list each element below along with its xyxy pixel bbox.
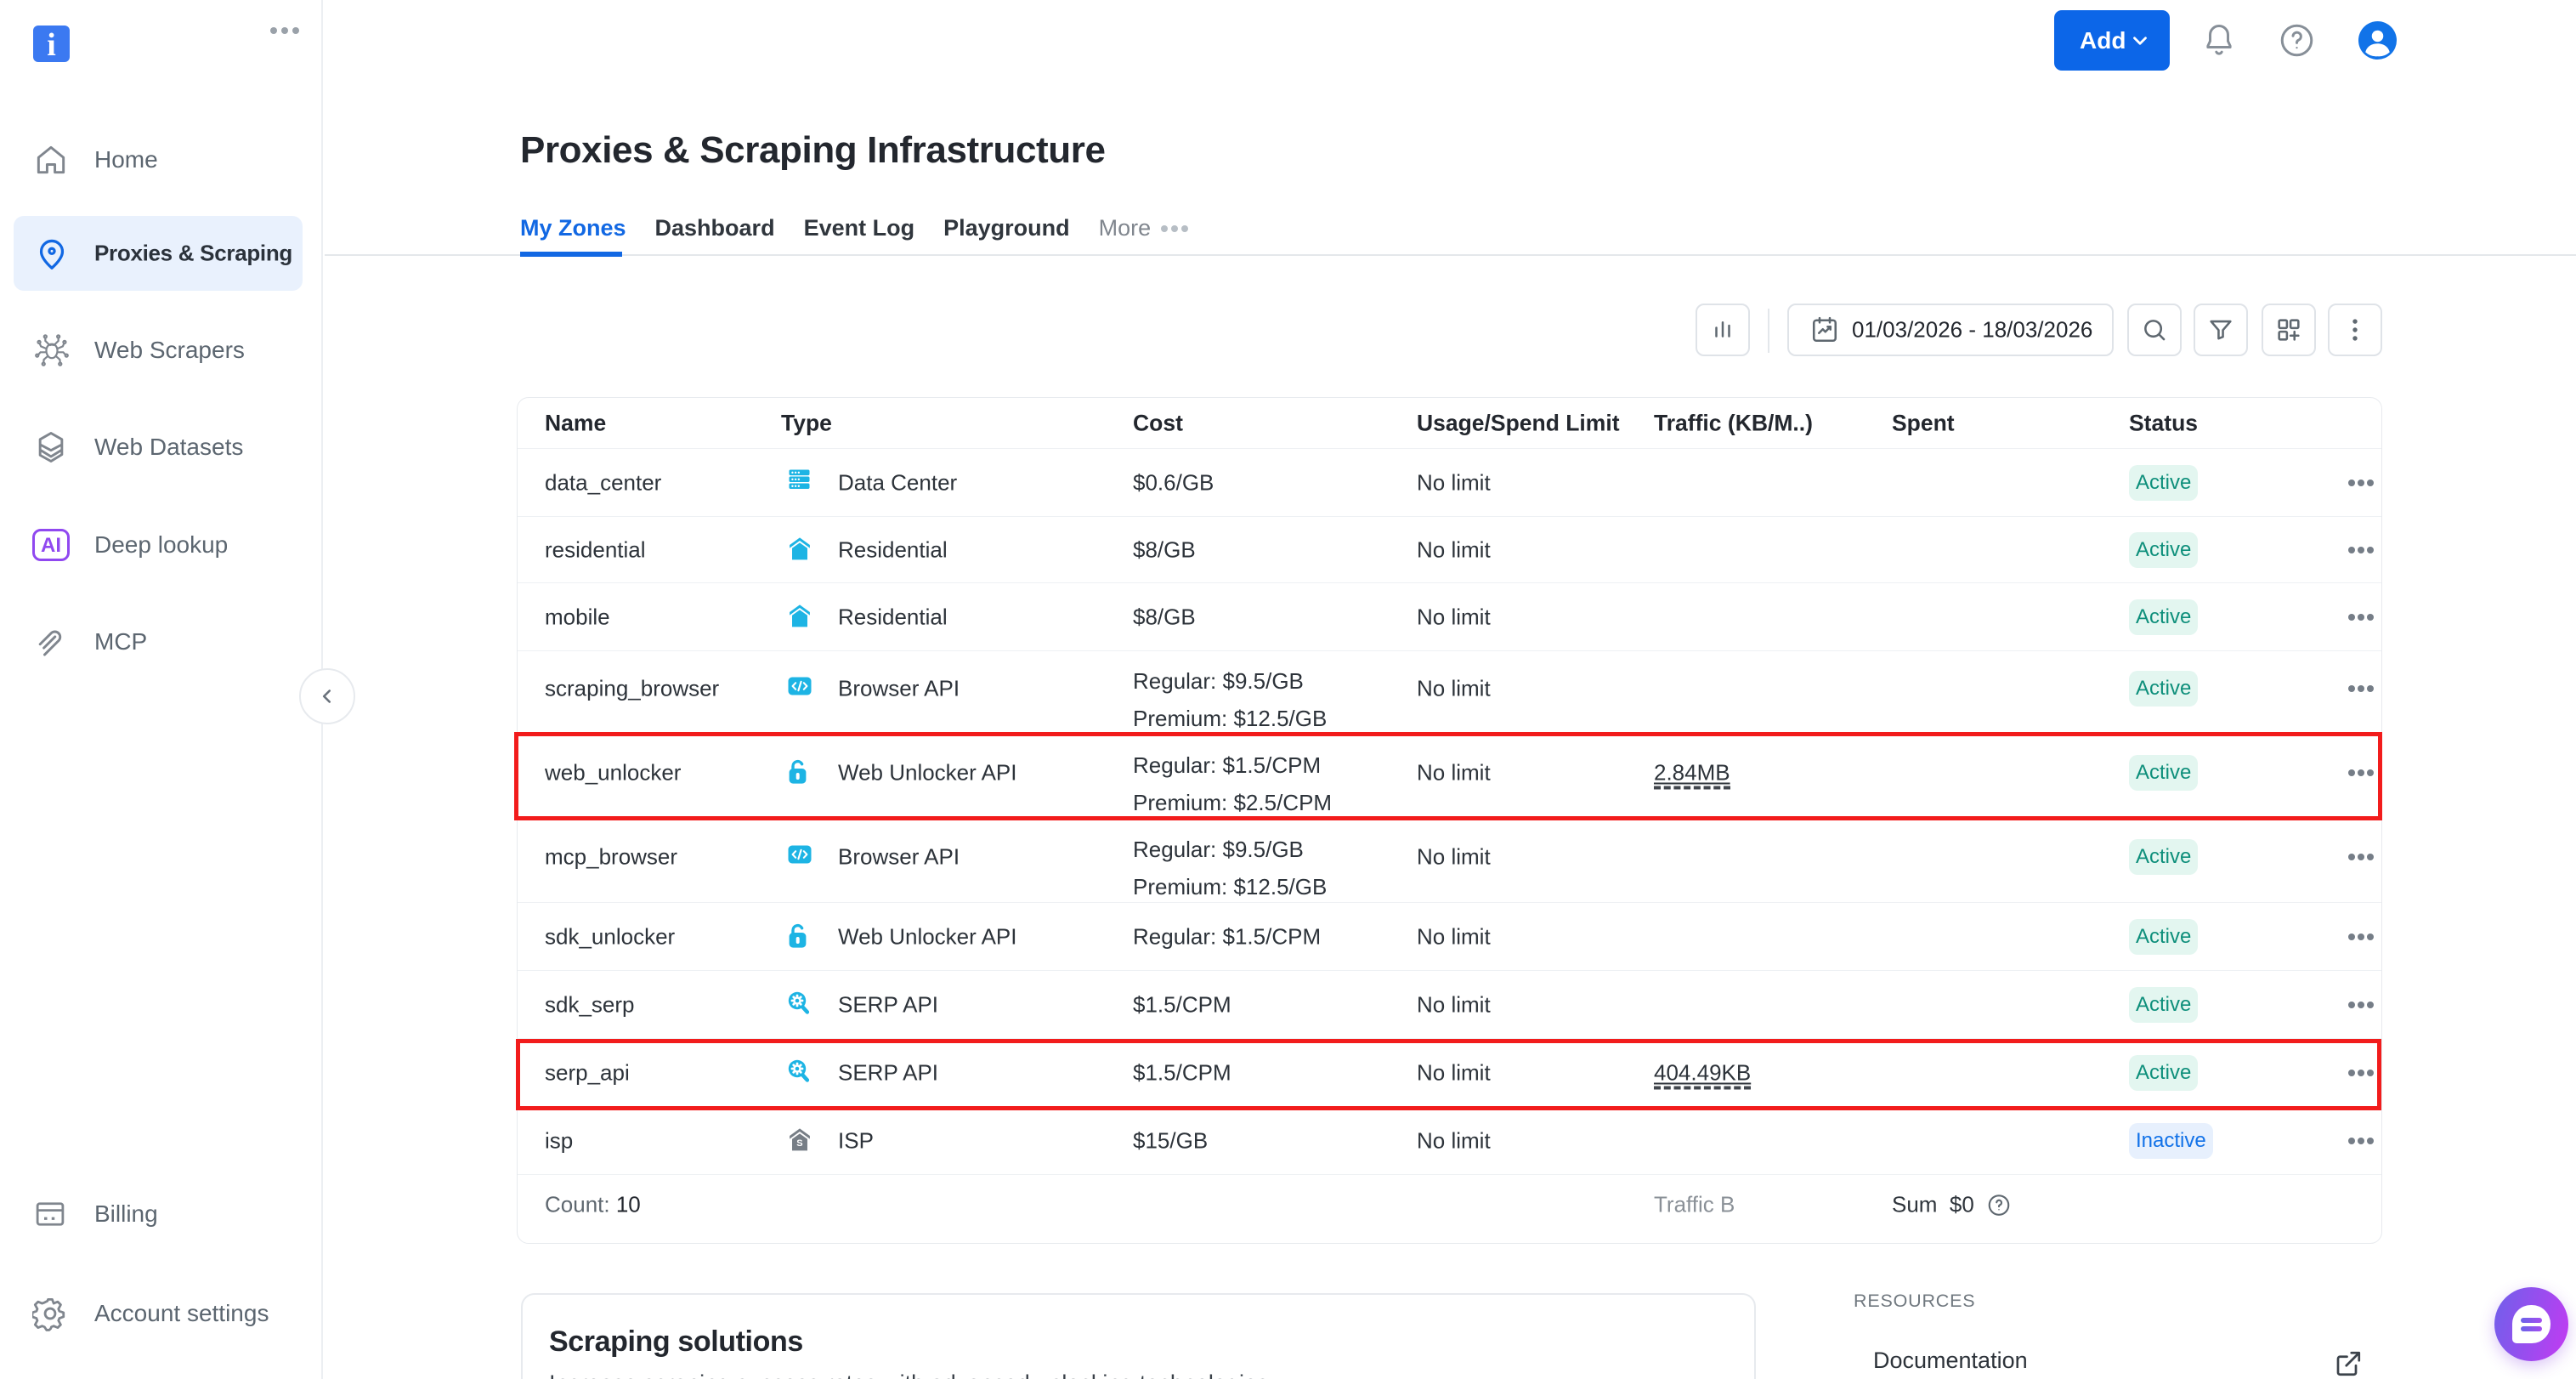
svg-text:S: S xyxy=(796,1138,802,1149)
